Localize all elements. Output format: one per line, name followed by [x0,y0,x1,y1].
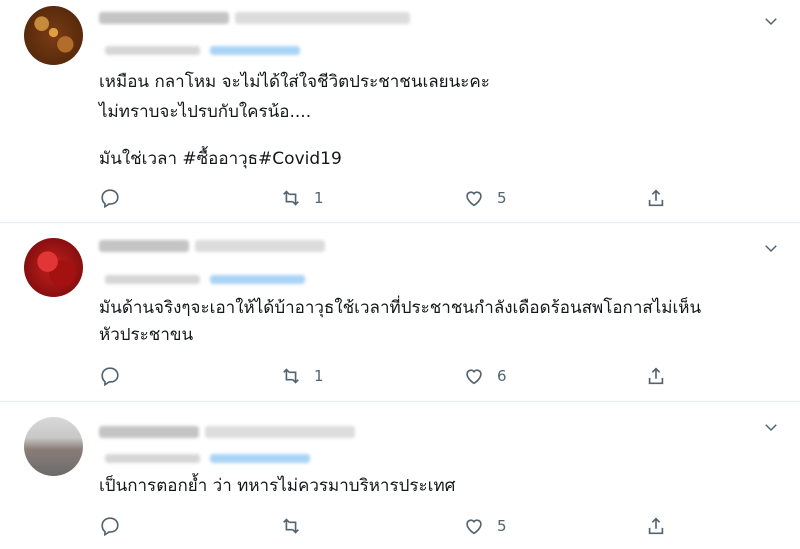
like-button[interactable]: 6 [463,364,507,388]
retweet-button[interactable] [280,514,314,538]
chevron-down-icon[interactable] [762,418,780,436]
retweet-icon [283,190,299,206]
reply-button[interactable] [99,364,121,388]
avatar[interactable] [24,238,83,297]
like-count: 5 [497,517,507,535]
tweet-3[interactable]: เป็นการตอกย้ำ ว่า ทหารไม่ควรมาบริหารประเ… [0,402,800,549]
tweet-actions: 5 [99,514,699,538]
chevron-down-icon[interactable] [762,239,780,257]
handle-blurred [105,454,200,463]
display-name-blurred[interactable] [99,426,199,438]
retweet-button[interactable]: 1 [280,186,324,210]
username-blurred [195,240,325,252]
reply-icon [101,189,119,209]
share-button[interactable] [645,514,667,538]
tweet-text-line: มันใช่เวลา #ซื้ออาวุธ#Covid19 [99,149,342,169]
handle-blurred [105,46,200,55]
handle-blurred [105,275,200,284]
tweet-actions: 1 5 [99,186,699,210]
tweet-text-line: เป็นการตอกย้ำ ว่า ทหารไม่ควรมาบริหารประเ… [99,476,456,496]
retweet-button[interactable]: 1 [280,364,324,388]
share-button[interactable] [645,364,667,388]
heart-icon [466,191,482,207]
share-icon [648,189,664,207]
avatar[interactable] [24,6,83,65]
share-button[interactable] [645,186,667,210]
username-blurred [205,426,355,438]
chevron-down-icon[interactable] [762,12,780,30]
reply-icon [101,367,119,387]
reply-to-blurred[interactable] [210,46,300,55]
like-button[interactable]: 5 [463,186,507,210]
tweet-text-line: มันด้านจริงๆจะเอาให้ได้บ้าอาวุธใช้เวลาที… [99,298,702,318]
retweet-icon [283,368,299,384]
display-name-blurred[interactable] [99,240,189,252]
retweet-icon [283,518,299,534]
share-icon [648,517,664,535]
tweet-text-line: หัวประชาขน [99,325,194,345]
heart-icon [466,369,482,385]
reply-button[interactable] [99,514,121,538]
tweet-text-line: เหมือน กลาโหม จะไม่ได้ใส่ใจชีวิตประชาชนเ… [99,72,490,92]
share-icon [648,367,664,385]
like-count: 5 [497,189,507,207]
heart-icon [466,519,482,535]
reply-to-blurred[interactable] [210,275,305,284]
display-name-blurred[interactable] [99,12,229,24]
username-blurred [235,12,410,24]
like-button[interactable]: 5 [463,514,507,538]
tweet-1[interactable]: เหมือน กลาโหม จะไม่ได้ใส่ใจชีวิตประชาชนเ… [0,0,800,222]
reply-icon [101,517,119,537]
retweet-count: 1 [314,189,324,207]
avatar[interactable] [24,417,83,476]
reply-button[interactable] [99,186,121,210]
like-count: 6 [497,367,507,385]
tweet-2[interactable]: มันด้านจริงๆจะเอาให้ได้บ้าอาวุธใช้เวลาที… [0,223,800,401]
tweet-text-line: ไม่ทราบจะไปรบกับใครน้อ.... [99,102,312,122]
tweet-actions: 1 6 [99,364,699,388]
retweet-count: 1 [314,367,324,385]
reply-to-blurred[interactable] [210,454,310,463]
